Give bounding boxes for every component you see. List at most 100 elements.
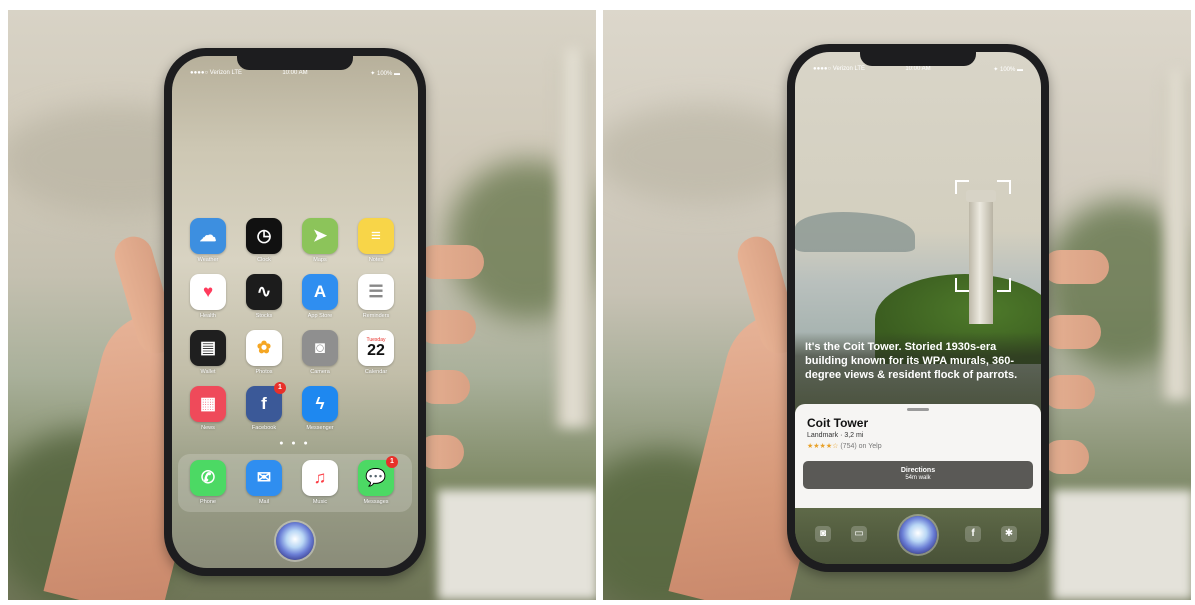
rating-stars: ★★★★☆ bbox=[807, 443, 839, 450]
app-wallet[interactable]: ▤ Wallet bbox=[188, 330, 228, 375]
app-photos[interactable]: ✿ Photos bbox=[244, 330, 284, 375]
app-label: Stocks bbox=[255, 313, 273, 319]
building-background bbox=[438, 490, 596, 600]
finger bbox=[1043, 440, 1089, 474]
status-bar: ●●●●○ Verizon LTE 10:00 AM ✦ 100% ▬ bbox=[172, 70, 418, 82]
finger bbox=[1043, 315, 1101, 349]
card-title: Coit Tower bbox=[807, 416, 869, 430]
battery-label: ✦ 100% ▬ bbox=[993, 67, 1023, 73]
weather-icon: ☁ bbox=[190, 218, 226, 254]
notification-badge: 1 bbox=[274, 382, 286, 394]
photos-icon: ✿ bbox=[246, 330, 282, 366]
app-facebook[interactable]: f 1 Facebook bbox=[244, 382, 286, 431]
app-label: News bbox=[201, 425, 215, 431]
coit-tower-background bbox=[1163, 70, 1191, 400]
island-silhouette bbox=[795, 212, 915, 252]
camera-icon[interactable]: ◙ bbox=[815, 526, 831, 542]
wallet-icon[interactable]: ▭ bbox=[851, 526, 867, 542]
battery-label: ✦ 100% ▬ bbox=[370, 71, 400, 77]
app-label: Maps bbox=[313, 257, 327, 263]
finger bbox=[1043, 375, 1095, 409]
facebook-icon[interactable]: f bbox=[965, 526, 981, 542]
facebook-icon: f1 bbox=[246, 382, 286, 422]
notification-badge: 1 bbox=[386, 456, 398, 468]
siri-button[interactable] bbox=[276, 522, 314, 560]
finger bbox=[1043, 250, 1109, 284]
mail-icon: ✉ bbox=[246, 460, 282, 496]
app-music[interactable]: ♫ Music bbox=[300, 460, 340, 505]
dock: ✆ Phone ✉ Mail ♫ Music 💬 1 Messages bbox=[178, 454, 412, 512]
siri-button[interactable] bbox=[899, 516, 937, 554]
directions-button[interactable]: Directions 54m walk bbox=[803, 461, 1033, 489]
status-bar: ●●●●○ Verizon LTE 10:00 AM ✦ 100% ▬ bbox=[795, 66, 1041, 78]
app-health[interactable]: ♥ Health bbox=[188, 274, 228, 319]
coit-tower bbox=[969, 196, 993, 324]
app-label: Photos bbox=[255, 369, 273, 375]
reminders-icon: ☰ bbox=[358, 274, 394, 310]
time-label: 10:00 AM bbox=[282, 70, 308, 76]
app-phone[interactable]: ✆ Phone bbox=[188, 460, 228, 505]
building-background bbox=[1053, 490, 1191, 600]
clock-icon: ◷ bbox=[246, 218, 282, 254]
maps-icon: ➤ bbox=[302, 218, 338, 254]
app-label: Weather bbox=[197, 257, 219, 263]
camera-icon: ◙ bbox=[302, 330, 338, 366]
focus-bracket bbox=[997, 180, 1011, 194]
time-label: 10:00 AM bbox=[905, 66, 931, 72]
phone-icon: ✆ bbox=[190, 460, 226, 496]
messenger-icon: ϟ bbox=[302, 386, 338, 422]
app-label: Mail bbox=[258, 499, 270, 505]
focus-bracket bbox=[997, 278, 1011, 292]
landmark-card[interactable]: Coit Tower Landmark · 3,2 mi ★★★★☆ (754)… bbox=[795, 404, 1041, 508]
iphone-ar-screen: ●●●●○ Verizon LTE 10:00 AM ✦ 100% ▬ It's… bbox=[787, 44, 1049, 572]
tower-top bbox=[966, 190, 996, 202]
app-label: Notes bbox=[368, 257, 384, 263]
finger bbox=[418, 245, 484, 279]
app-label: Phone bbox=[200, 499, 216, 505]
finger bbox=[418, 310, 476, 344]
focus-bracket bbox=[955, 278, 969, 292]
app-label: Wallet bbox=[200, 369, 216, 375]
calendar-icon: Tuesday 22 bbox=[358, 330, 394, 366]
card-grabber[interactable] bbox=[907, 408, 929, 411]
review-count: (754) on Yelp bbox=[840, 443, 882, 450]
page-dots: ● ● ● bbox=[279, 440, 311, 447]
carrier-label: ●●●●○ Verizon LTE bbox=[190, 70, 243, 76]
landmark-description: It's the Coit Tower. Storied 1930s-era b… bbox=[805, 341, 1018, 381]
yelp-icon[interactable]: ✱ bbox=[1001, 526, 1017, 542]
app-calendar[interactable]: Tuesday 22 Calendar bbox=[356, 330, 396, 375]
camera-view: ●●●●○ Verizon LTE 10:00 AM ✦ 100% ▬ It's… bbox=[795, 52, 1041, 564]
news-icon: ▦ bbox=[190, 386, 226, 422]
heart-icon: ♥ bbox=[190, 274, 226, 310]
coit-tower-background bbox=[556, 48, 594, 428]
app-label: Messenger bbox=[306, 425, 334, 431]
app-stocks[interactable]: ∿ Stocks bbox=[244, 274, 284, 319]
walk-time-label: 54m walk bbox=[905, 475, 931, 481]
home-screen: ●●●●○ Verizon LTE 10:00 AM ✦ 100% ▬ ☁ Wea… bbox=[172, 56, 418, 568]
directions-label: Directions bbox=[900, 467, 936, 474]
app-clock[interactable]: ◷ Clock bbox=[244, 218, 284, 263]
app-weather[interactable]: ☁ Weather bbox=[188, 218, 228, 263]
right-photo-panel: ●●●●○ Verizon LTE 10:00 AM ✦ 100% ▬ It's… bbox=[603, 10, 1191, 600]
app-label: Music bbox=[312, 499, 328, 505]
app-store-icon: A bbox=[302, 274, 338, 310]
rating-row: ★★★★☆ (754) on Yelp bbox=[807, 442, 882, 450]
app-label: Clock bbox=[257, 257, 271, 263]
wallet-icon: ▤ bbox=[190, 330, 226, 366]
app-label: App Store bbox=[307, 313, 333, 319]
left-photo-panel: ●●●●○ Verizon LTE 10:00 AM ✦ 100% ▬ ☁ Wea… bbox=[8, 10, 596, 600]
app-mail[interactable]: ✉ Mail bbox=[244, 460, 284, 505]
notes-icon: ≡ bbox=[358, 218, 394, 254]
app-notes[interactable]: ≡ Notes bbox=[356, 218, 396, 263]
focus-bracket bbox=[955, 180, 969, 194]
app-messages[interactable]: 💬 1 Messages bbox=[356, 456, 398, 505]
app-label: Health bbox=[200, 313, 216, 319]
app-news[interactable]: ▦ News bbox=[188, 386, 228, 431]
notch bbox=[237, 56, 353, 70]
app-reminders[interactable]: ☰ Reminders bbox=[356, 274, 396, 319]
app-maps[interactable]: ➤ Maps bbox=[300, 218, 340, 263]
messages-icon: 💬 1 bbox=[358, 456, 398, 496]
app-app-store[interactable]: A App Store bbox=[300, 274, 340, 319]
app-camera[interactable]: ◙ Camera bbox=[300, 330, 340, 375]
app-messenger[interactable]: ϟ Messenger bbox=[300, 386, 340, 431]
